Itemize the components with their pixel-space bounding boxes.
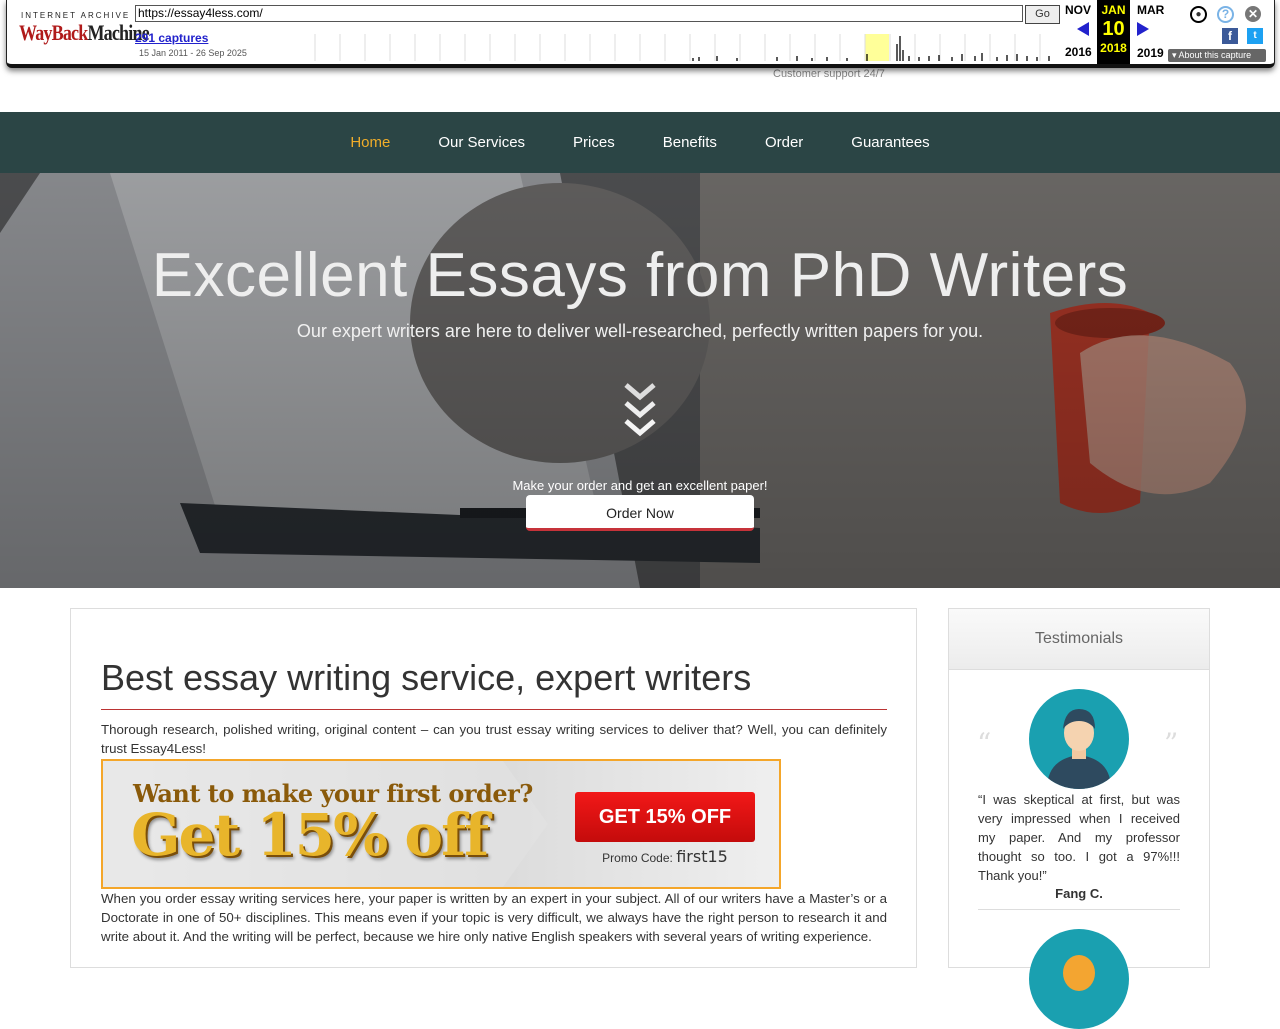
nav-home[interactable]: Home	[350, 134, 390, 151]
current-month: JAN	[1101, 3, 1126, 17]
customer-support-text: Customer support 24/7	[773, 68, 885, 80]
main-article: Best essay writing service, expert write…	[70, 608, 917, 968]
intro-paragraph: Thorough research, polished writing, ori…	[101, 722, 887, 756]
get-discount-button[interactable]: GET 15% OFF	[575, 792, 755, 842]
wayback-toolbar: INTERNET ARCHIVE WayBackMachine https://…	[6, 0, 1275, 68]
internet-archive-label: INTERNET ARCHIVE	[21, 11, 131, 20]
heading-divider	[101, 709, 887, 710]
nav-our-services[interactable]: Our Services	[438, 134, 525, 151]
twitter-icon[interactable]: t	[1247, 28, 1263, 44]
avatar	[1029, 689, 1129, 789]
prev-month-link[interactable]: NOV	[1065, 3, 1091, 17]
user-avatar-icon	[1047, 709, 1111, 789]
about-capture-dropdown[interactable]: ▾ About this capture	[1168, 49, 1266, 62]
user-avatar-icon	[1063, 955, 1095, 991]
go-button[interactable]: Go	[1025, 5, 1060, 24]
hero-cta-text: Make your order and get an excellent pap…	[512, 478, 768, 493]
current-day: 10	[1102, 18, 1125, 40]
nav-order[interactable]: Order	[765, 134, 803, 151]
captures-link[interactable]: 291 captures	[135, 31, 208, 45]
prev-capture-arrow-icon[interactable]	[1077, 22, 1089, 36]
promo-headline: Get 15% off	[131, 801, 489, 869]
hero-banner: Excellent Essays from PhD Writers Our ex…	[0, 173, 1280, 588]
testimonial-text: “I was skeptical at first, but was very …	[978, 792, 1180, 883]
avatar	[1029, 929, 1129, 1029]
prev-year-label: 2016	[1065, 45, 1092, 59]
capture-range: 15 Jan 2011 - 26 Sep 2025	[139, 48, 247, 58]
wayback-logo[interactable]: WayBackMachine	[19, 20, 150, 46]
testimonial-author: Fang C.	[1055, 886, 1103, 901]
nav-benefits[interactable]: Benefits	[663, 134, 717, 151]
current-capture-date: JAN 10 2018	[1097, 0, 1130, 64]
next-month-link[interactable]: MAR	[1137, 3, 1164, 17]
facebook-icon[interactable]: f	[1222, 28, 1238, 44]
main-nav: Home Our Services Prices Benefits Order …	[0, 112, 1280, 173]
current-year: 2018	[1100, 41, 1127, 55]
nav-prices[interactable]: Prices	[573, 134, 615, 151]
testimonials-panel: Testimonials “ ” “I was skeptical at fir…	[948, 608, 1210, 1029]
next-capture-arrow-icon[interactable]	[1137, 22, 1149, 36]
testimonial-divider	[978, 909, 1180, 910]
nav-guarantees[interactable]: Guarantees	[851, 134, 929, 151]
hero-subtitle: Our expert writers are here to deliver w…	[296, 321, 984, 341]
order-now-button[interactable]: Order Now	[526, 495, 754, 531]
user-icon[interactable]: ●	[1190, 6, 1207, 23]
help-icon[interactable]: ?	[1217, 6, 1234, 23]
body-paragraph: When you order essay writing services he…	[101, 891, 887, 944]
open-quote-icon: “	[977, 727, 992, 760]
promo-code: Promo Code: first15	[602, 847, 728, 866]
url-input[interactable]: https://essay4less.com/	[135, 5, 1023, 22]
testimonials-title: Testimonials	[949, 609, 1209, 670]
hero-title: Excellent Essays from PhD Writers	[151, 241, 1129, 310]
chevrons-down-icon[interactable]	[620, 381, 660, 441]
article-heading: Best essay writing service, expert write…	[101, 657, 752, 698]
promo-banner[interactable]: Want to make your first order? Get 15% o…	[101, 759, 781, 889]
close-icon[interactable]: ✕	[1245, 6, 1261, 22]
capture-sparkline[interactable]	[307, 34, 1055, 61]
next-year-label: 2019	[1137, 46, 1164, 60]
close-quote-icon: ”	[1164, 727, 1179, 760]
